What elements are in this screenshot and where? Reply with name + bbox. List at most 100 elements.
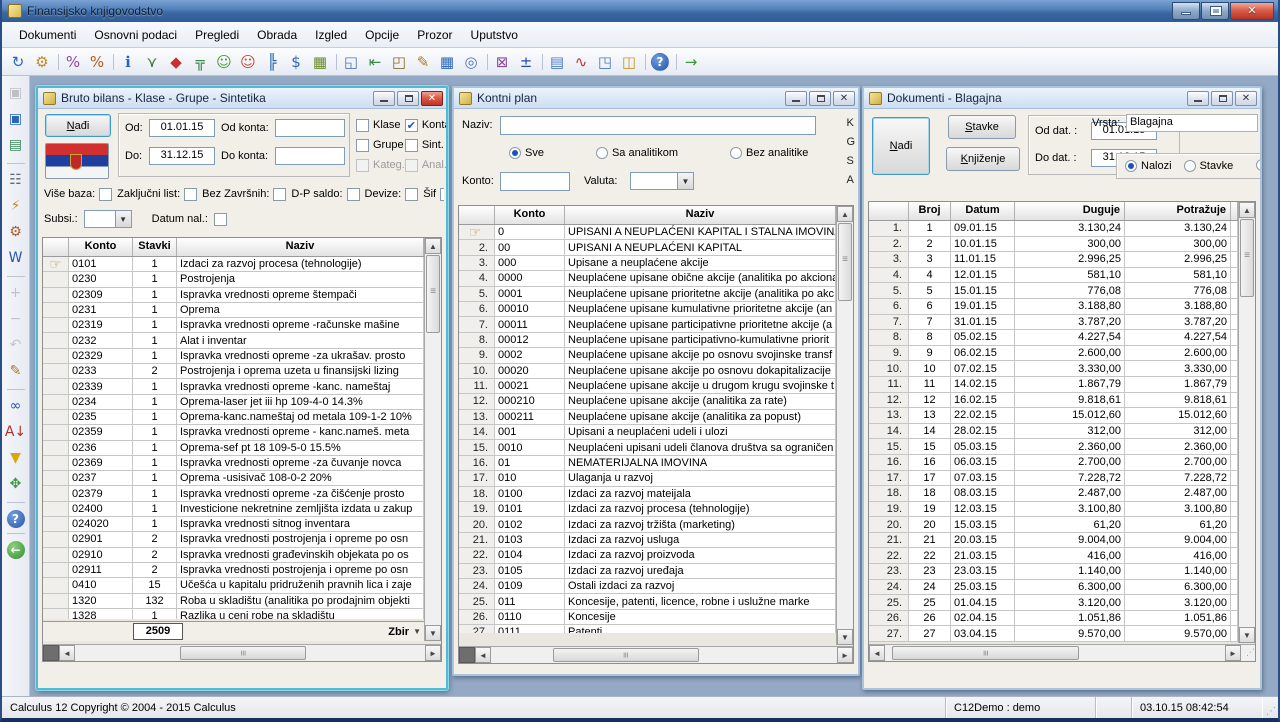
- table-row[interactable]: 17. 010 Ulaganja u razvoj: [459, 471, 836, 486]
- bruto-titlebar[interactable]: Bruto bilans - Klase - Grupe - Sintetika…: [38, 88, 446, 109]
- import-table-icon[interactable]: ⇤: [363, 51, 387, 73]
- scroll-up-icon[interactable]: ▲: [425, 238, 441, 254]
- datum-header[interactable]: Datum: [951, 202, 1015, 220]
- table-row[interactable]: 19. 0101 Izdaci za razvoj procesa (tehno…: [459, 502, 836, 517]
- table-row[interactable]: 8. 00012 Neuplaćene upisane participativ…: [459, 333, 836, 348]
- table-row[interactable]: 0230 1 Postrojenja: [43, 272, 424, 287]
- kontni-minimize-button[interactable]: [785, 91, 807, 106]
- table-row[interactable]: 2. 00 UPISANI A NEUPLAĆENI KAPITAL: [459, 240, 836, 255]
- save-icon[interactable]: ▣: [5, 82, 27, 104]
- kontni-titlebar[interactable]: Kontni plan ✕: [454, 88, 858, 109]
- scope-checkbox[interactable]: Konta: [405, 115, 446, 135]
- toolbar-icon[interactable]: [538, 51, 545, 73]
- table-row[interactable]: 02400 1 Investicione nekretnine zemljišt…: [43, 502, 424, 517]
- table-row[interactable]: 02339 1 Ispravka vrednosti opreme -kanc.…: [43, 379, 424, 394]
- table-row[interactable]: 20. 20 15.03.15 61,20 61,20: [869, 517, 1238, 533]
- table-row[interactable]: 23. 0105 Izdaci za razvoj uređaja: [459, 564, 836, 579]
- combo-arrow-icon[interactable]: ▼: [116, 210, 132, 228]
- grid-icon[interactable]: ▤: [545, 51, 569, 73]
- kontni-maximize-button[interactable]: [809, 91, 831, 106]
- table-row[interactable]: 21. 21 20.03.15 9.004,00 9.004,00: [869, 533, 1238, 549]
- naziv-header[interactable]: Naziv: [177, 238, 424, 256]
- tree-branch-icon[interactable]: ⋎: [140, 51, 164, 73]
- kontni-close-button[interactable]: ✕: [833, 91, 855, 106]
- kontni-vscrollbar[interactable]: ▲ ▼: [836, 206, 853, 645]
- konto-input[interactable]: [500, 172, 570, 191]
- scroll-thumb[interactable]: [1240, 219, 1254, 297]
- scope-checkbox[interactable]: Sint.: [405, 135, 446, 155]
- table-row[interactable]: 4. 4 12.01.15 581,10 581,10: [869, 268, 1238, 284]
- print-icon[interactable]: ☷: [5, 169, 27, 191]
- bruto-find-button[interactable]: Nađi: [45, 114, 111, 137]
- table-row[interactable]: 9. 0002 Neuplaćene upisane akcije po osn…: [459, 348, 836, 363]
- naziv-input[interactable]: [500, 116, 816, 135]
- table-row[interactable]: 15. 0010 Neuplaćeni upisani udeli članov…: [459, 440, 836, 455]
- od-konta-input[interactable]: [275, 119, 345, 137]
- scroll-right-icon[interactable]: ►: [1225, 645, 1241, 661]
- table-row[interactable]: 23. 23 23.03.15 1.140,00 1.140,00: [869, 564, 1238, 580]
- sidebar-help-icon[interactable]: ?: [7, 510, 25, 528]
- toolbar-icon[interactable]: [483, 51, 490, 73]
- scroll-thumb[interactable]: [553, 648, 698, 662]
- table-row[interactable]: 02319 1 Ispravka vrednosti opreme -račun…: [43, 318, 424, 333]
- table-row[interactable]: 19. 19 12.03.15 3.100,80 3.100,80: [869, 502, 1238, 518]
- toolbar-icon[interactable]: [54, 51, 61, 73]
- serbia-flag-button[interactable]: [45, 143, 109, 179]
- app-titlebar[interactable]: Finansijsko knjigovodstvo ✕: [2, 0, 1278, 22]
- print-settings-icon[interactable]: ⚙: [5, 221, 27, 243]
- od-date-input[interactable]: 01.01.15: [149, 119, 215, 137]
- table-row[interactable]: 0237 1 Oprema -usisivač 108-0-2 20%: [43, 471, 424, 486]
- blagajna-find-button[interactable]: Nađi: [872, 117, 930, 175]
- undo-icon[interactable]: ↶: [5, 334, 27, 356]
- datum-nal-checkbox[interactable]: [214, 213, 227, 226]
- table-row[interactable]: 0231 1 Oprema: [43, 303, 424, 318]
- table-row[interactable]: 1328 1 Razlika u ceni robe na skladištu: [43, 609, 424, 619]
- table-row[interactable]: 02309 1 Ispravka vrednosti opreme štempa…: [43, 288, 424, 303]
- chart-window-icon[interactable]: ▦: [435, 51, 459, 73]
- analitika-radio[interactable]: Sve: [509, 145, 544, 161]
- table-row[interactable]: 8. 8 05.02.15 4.227,54 4.227,54: [869, 330, 1238, 346]
- filter-checkbox[interactable]: Više baza:: [44, 188, 112, 201]
- table-row[interactable]: 5. 5 15.01.15 776,08 776,08: [869, 283, 1238, 299]
- blagajna-vscrollbar[interactable]: ▲ ▼: [1238, 202, 1255, 643]
- invoice-icon[interactable]: $: [284, 51, 308, 73]
- maximize-button[interactable]: [1201, 2, 1229, 20]
- back-icon[interactable]: ←: [7, 541, 25, 559]
- potrazuje-header[interactable]: Potražuje: [1125, 202, 1231, 220]
- menu-item[interactable]: Prozor: [408, 24, 461, 46]
- table-row[interactable]: 14. 001 Upisani a neuplaćeni udeli i ulo…: [459, 425, 836, 440]
- table-row[interactable]: 12. 12 16.02.15 9.818,61 9.818,61: [869, 393, 1238, 409]
- scroll-right-icon[interactable]: ►: [425, 645, 441, 661]
- close-button[interactable]: ✕: [1230, 2, 1274, 20]
- table-row[interactable]: 22. 22 21.03.15 416,00 416,00: [869, 548, 1238, 564]
- table-row[interactable]: 024020 1 Ispravka vrednosti sitnog inven…: [43, 517, 424, 532]
- stavke-button[interactable]: Stavke: [948, 115, 1016, 139]
- scroll-down-icon[interactable]: ▼: [837, 629, 853, 645]
- expand-icon[interactable]: ✥: [5, 473, 27, 495]
- blagajna-titlebar[interactable]: Dokumenti - Blagajna ✕: [864, 88, 1260, 109]
- table-row[interactable]: 2. 2 10.01.15 300,00 300,00: [869, 237, 1238, 253]
- table-row[interactable]: 16. 16 06.03.15 2.700,00 2.700,00: [869, 455, 1238, 471]
- journal-percent-icon[interactable]: %: [85, 51, 109, 73]
- table-row[interactable]: 27. 0111 Patenti: [459, 625, 836, 633]
- knjizenje-button[interactable]: Knjiženje: [946, 147, 1020, 171]
- exit-icon[interactable]: →: [679, 51, 703, 73]
- remove-icon[interactable]: −: [5, 308, 27, 330]
- table-row[interactable]: 26. 26 02.04.15 1.051,86 1.051,86: [869, 611, 1238, 627]
- duplicate-window-icon[interactable]: ◰: [387, 51, 411, 73]
- table-row[interactable]: 0235 1 Oprema-kanc.nameštaj od metala 10…: [43, 410, 424, 425]
- report-refresh-icon[interactable]: ↻: [6, 51, 30, 73]
- subsi-combo[interactable]: ▼: [84, 210, 132, 228]
- konto-header[interactable]: Konto: [69, 238, 133, 256]
- table-row[interactable]: 13. 000211 Neuplaćene upisane akcije (an…: [459, 410, 836, 425]
- save-as-icon[interactable]: ▣: [5, 108, 27, 130]
- table-row[interactable]: 0233 2 Postrojenja i oprema uzeta u fina…: [43, 364, 424, 379]
- org-windows-icon[interactable]: ◳: [593, 51, 617, 73]
- minimize-button[interactable]: [1172, 2, 1200, 20]
- table-row[interactable]: 0236 1 Oprema-sef pt 18 109-5-0 15.5%: [43, 441, 424, 456]
- table-row[interactable]: 11. 00021 Neuplaćene upisane akcije u dr…: [459, 379, 836, 394]
- document-info-icon[interactable]: ℹ: [116, 51, 140, 73]
- konto-header[interactable]: Konto: [495, 206, 565, 224]
- naziv-header[interactable]: Naziv: [565, 206, 836, 224]
- table-row[interactable]: 6. 00010 Neuplaćene upisane kumulativne …: [459, 302, 836, 317]
